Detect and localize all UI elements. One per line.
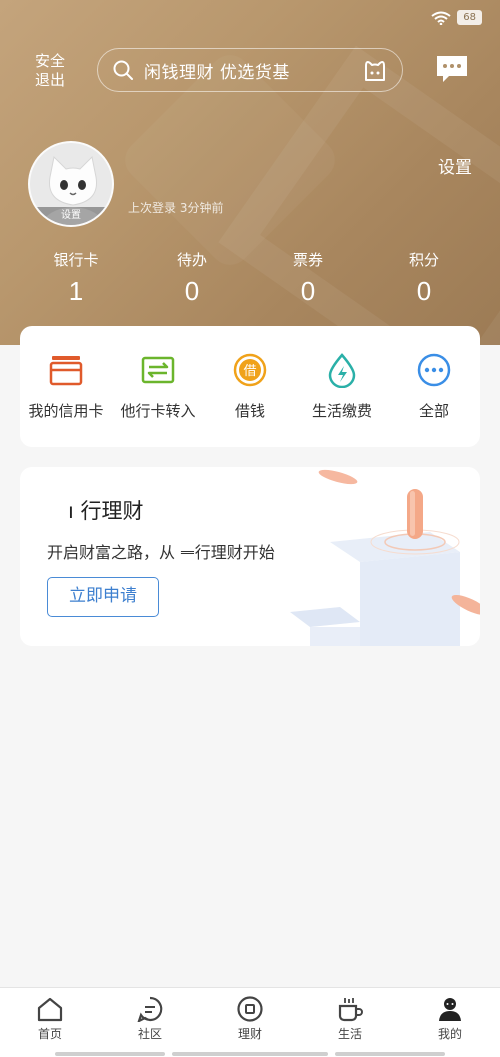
card-transfer-icon — [141, 356, 175, 384]
avatar[interactable]: 设置 — [28, 141, 114, 227]
battery-indicator: 68 — [457, 10, 482, 25]
wifi-icon — [431, 11, 451, 25]
home-indicator — [55, 1052, 165, 1056]
borrow-icon: 借 — [233, 353, 267, 387]
last-login-text: 上次登录 3分钟前 — [128, 201, 224, 215]
voice-assistant-icon[interactable] — [362, 58, 388, 82]
promo-title: ı 行理财 — [68, 499, 144, 523]
stat-label: 银行卡 — [53, 251, 99, 269]
search-bar[interactable]: 闲钱理财 优选货基 — [97, 48, 403, 92]
wealth-promo-card[interactable]: ı 行理财 开启财富之路，从 ᆖ行理财开始 立即申请 — [20, 467, 480, 646]
tab-label: 首页 — [37, 1027, 62, 1041]
safe-exit-button[interactable]: 安全退出 — [30, 52, 70, 90]
stat-todo[interactable]: 待办 0 — [134, 249, 250, 307]
tab-community[interactable]: 社区 — [100, 988, 200, 1057]
search-placeholder: 闲钱理财 优选货基 — [144, 62, 290, 83]
tab-label: 社区 — [137, 1027, 162, 1041]
quick-action-label: 我的信用卡 — [28, 402, 104, 420]
quick-action-label: 生活缴费 — [311, 402, 372, 420]
quick-action-all[interactable]: 全部 — [388, 352, 480, 447]
stat-value: 0 — [184, 276, 200, 306]
stat-value: 1 — [68, 276, 84, 306]
quick-action-card-transfer[interactable]: 他行卡转入 — [112, 352, 204, 447]
more-icon — [417, 353, 451, 387]
message-icon[interactable] — [435, 54, 469, 84]
profile-icon — [439, 998, 461, 1021]
stat-vouchers[interactable]: 票券 0 — [250, 249, 366, 307]
tab-mine[interactable]: 我的 — [400, 988, 500, 1057]
tab-label: 理财 — [237, 1027, 262, 1041]
promo-subtitle: 开启财富之路，从 ᆖ行理财开始 — [47, 543, 275, 562]
svg-text:借: 借 — [243, 364, 256, 379]
tab-label: 我的 — [437, 1027, 462, 1041]
stat-value: 0 — [416, 276, 432, 306]
stat-label: 积分 — [408, 251, 439, 269]
account-stats: 银行卡 1 待办 0 票券 0 积分 0 — [18, 249, 482, 307]
quick-action-credit-card[interactable]: 我的信用卡 — [20, 352, 112, 447]
quick-action-borrow[interactable]: 借 借钱 — [204, 352, 296, 447]
stat-label: 待办 — [176, 251, 207, 269]
bottom-tab-bar: 首页 社区 理财 生活 我的 — [0, 987, 500, 1057]
search-icon — [113, 60, 133, 80]
water-drop-icon — [328, 353, 356, 388]
finance-icon — [237, 996, 263, 1022]
apply-now-button[interactable]: 立即申请 — [47, 577, 159, 617]
stat-label: 票券 — [292, 251, 323, 269]
quick-action-label: 他行卡转入 — [120, 402, 196, 420]
tab-finance[interactable]: 理财 — [200, 988, 300, 1057]
quick-action-label: 借钱 — [234, 402, 265, 420]
stat-bank-cards[interactable]: 银行卡 1 — [18, 249, 134, 307]
quick-action-utility-payment[interactable]: 生活缴费 — [296, 352, 388, 447]
stat-points[interactable]: 积分 0 — [366, 249, 482, 307]
home-icon — [37, 997, 63, 1022]
community-icon — [137, 996, 163, 1022]
status-bar: 68 — [431, 10, 482, 25]
quick-actions: 我的信用卡 他行卡转入 借 借钱 生活缴费 全部 — [20, 326, 480, 447]
tab-label: 生活 — [337, 1027, 362, 1041]
home-indicator — [335, 1052, 445, 1056]
quick-action-label: 全部 — [418, 402, 449, 420]
tab-home[interactable]: 首页 — [0, 988, 100, 1057]
credit-card-icon — [49, 356, 83, 386]
avatar-settings-label: 设置 — [30, 207, 112, 225]
stat-value: 0 — [300, 276, 316, 306]
home-indicator — [172, 1052, 328, 1056]
tab-life[interactable]: 生活 — [300, 988, 400, 1057]
settings-link[interactable]: 设置 — [438, 153, 472, 178]
profile-header: 68 安全退出 闲钱理财 优选货基 设置 上次登录 3分钟前 设置 银行卡 1 … — [0, 0, 500, 345]
cup-icon — [338, 998, 363, 1022]
coin-podium-illustration — [290, 469, 480, 646]
